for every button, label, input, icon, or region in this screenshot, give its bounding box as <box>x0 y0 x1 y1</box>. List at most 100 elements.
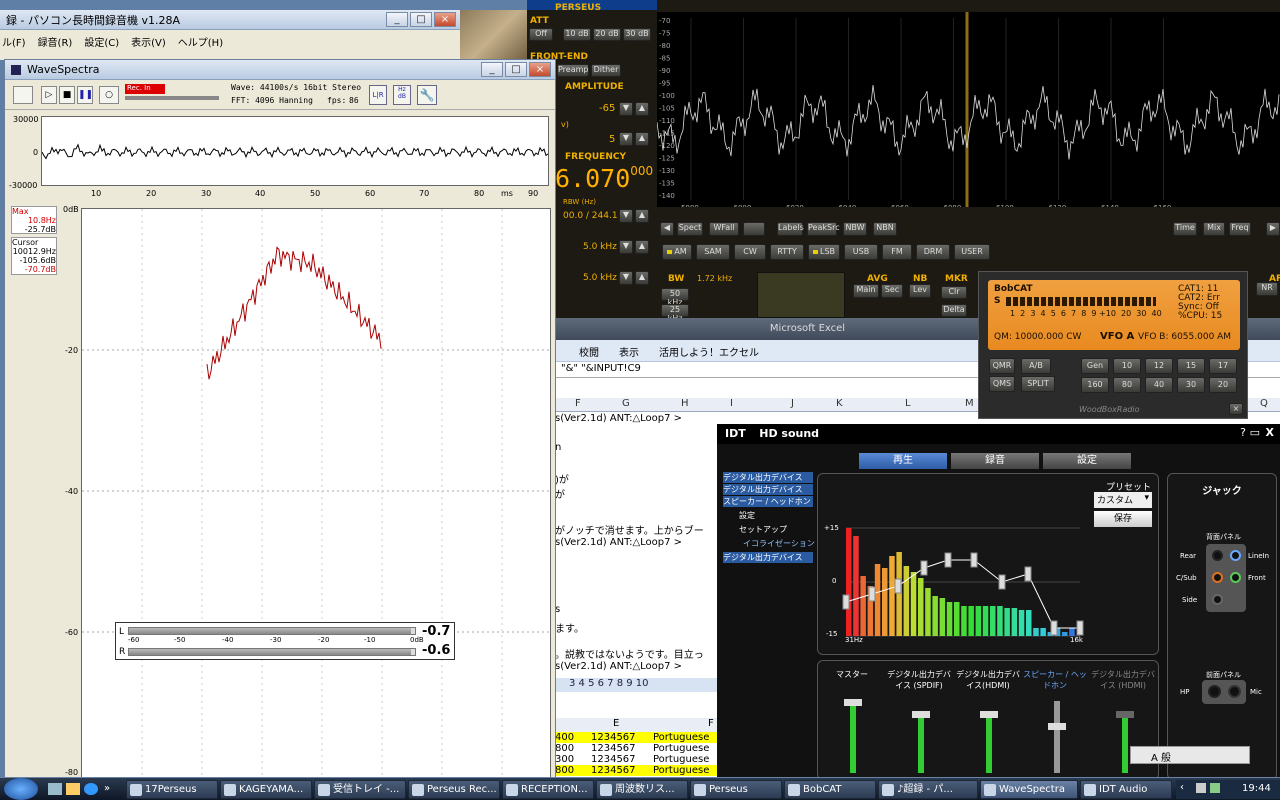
spectrum-display[interactable]: -70 -75 -80 -85 -90 -95 -100 -105 -110 -115 -120 -1… <box>657 12 1280 207</box>
menu-settings[interactable]: 設定(C) <box>84 34 119 49</box>
tab-record[interactable]: 録音 <box>951 453 1039 469</box>
master-slider-thumb[interactable] <box>844 699 862 706</box>
col-header-h[interactable]: H <box>681 398 689 409</box>
labels-button[interactable]: Labels <box>777 222 804 236</box>
eq-graph[interactable] <box>818 474 1160 656</box>
jack-linein[interactable] <box>1230 550 1241 561</box>
amplitude-step-down[interactable]: ▼ <box>619 132 633 146</box>
col-header-f2[interactable]: F <box>708 718 714 729</box>
task-perseus-rec[interactable]: Perseus Rec... <box>408 780 500 799</box>
col-header-i[interactable]: I <box>730 398 733 409</box>
spectrum-panel[interactable] <box>81 208 552 781</box>
mode-lsb-button[interactable]: LSB <box>808 244 840 260</box>
wrench-icon[interactable]: 🔧 <box>417 85 437 105</box>
bw-filter-graph[interactable] <box>757 272 845 318</box>
band-20-button[interactable]: 20 <box>1209 377 1237 393</box>
network-icon[interactable] <box>1210 783 1220 793</box>
mode-sam-button[interactable]: SAM <box>696 244 730 260</box>
band-80-button[interactable]: 80 <box>1113 377 1141 393</box>
close-button[interactable]: × <box>529 62 551 77</box>
scroll-left-button[interactable]: ◀ <box>660 222 674 236</box>
task-wavespectra[interactable]: WaveSpectra <box>980 780 1078 799</box>
sheet-row[interactable]: s(Ver2.1d) ANT:△Loop7 > <box>555 537 725 548</box>
avg-sec-button[interactable]: Sec <box>881 284 903 298</box>
minimize-button[interactable]: _ <box>386 12 408 27</box>
jack-front[interactable] <box>1230 572 1241 583</box>
speaker-slider-thumb[interactable] <box>1048 723 1066 730</box>
device-item[interactable]: デジタル出力デバイス <box>723 552 813 563</box>
task-perseus-17[interactable]: 17Perseus <box>126 780 218 799</box>
hdmi2-slider-thumb[interactable] <box>1116 711 1134 718</box>
maximize-button[interactable]: □ <box>505 62 527 77</box>
att-off-button[interactable]: Off <box>529 28 553 41</box>
sheet-row[interactable]: ます。 <box>555 620 725 635</box>
split-button[interactable]: SPLIT <box>1021 376 1055 392</box>
sheet-tabs[interactable]: 3 4 5 6 7 8 9 10 <box>555 678 717 692</box>
quick-launch-desktop-icon[interactable] <box>48 783 62 795</box>
start-button[interactable] <box>4 778 38 800</box>
band-gen-button[interactable]: Gen <box>1081 358 1109 374</box>
qms-button[interactable]: QMS <box>989 376 1015 392</box>
amplitude-ref-down[interactable]: ▼ <box>619 102 633 116</box>
hz-db-button[interactable]: Hz dB <box>393 85 411 105</box>
col-header-f[interactable]: F <box>575 398 581 409</box>
table-row[interactable]: 800 1234567 Portuguese <box>555 743 717 754</box>
lr-button[interactable]: L|R <box>369 85 387 105</box>
mode-fm-button[interactable]: FM <box>882 244 912 260</box>
nr-button[interactable]: NR <box>1256 282 1278 296</box>
menu-record[interactable]: 録音(R) <box>38 34 73 49</box>
device-item[interactable]: スピーカー / ヘッドホン <box>723 496 813 507</box>
bw2-down[interactable]: ▼ <box>619 271 633 285</box>
sheet-row[interactable]: s(Ver2.1d) ANT:△Loop7 > <box>555 413 725 424</box>
jack-rear[interactable] <box>1212 550 1223 561</box>
band-15-button[interactable]: 15 <box>1177 358 1205 374</box>
mode-rtty-button[interactable]: RTTY <box>770 244 804 260</box>
task-idt-audio[interactable]: IDT Audio <box>1080 780 1172 799</box>
bw1-down[interactable]: ▼ <box>619 240 633 254</box>
amplitude-step-up[interactable]: ▲ <box>635 132 649 146</box>
att-10db-button[interactable]: 10 dB <box>563 28 591 41</box>
task-inbox[interactable]: 受信トレイ -... <box>314 780 406 799</box>
mkr-delta-button[interactable]: Delta <box>941 304 967 317</box>
freq-button[interactable]: Freq <box>1229 222 1251 236</box>
nbn-button[interactable]: NBN <box>873 222 897 236</box>
jack-side[interactable] <box>1212 594 1223 605</box>
col-header-g[interactable]: G <box>622 398 630 409</box>
sheet-row[interactable]: n <box>555 442 725 453</box>
waveform-panel[interactable] <box>41 116 549 186</box>
wavespectra-title-bar[interactable]: WaveSpectra _ □ × <box>5 60 555 80</box>
mode-usb-button[interactable]: USB <box>844 244 878 260</box>
device-item[interactable]: デジタル出力デバイス <box>723 484 813 495</box>
ribbon-tab-review[interactable]: 校閲 <box>579 344 599 359</box>
jack-csub[interactable] <box>1212 572 1223 583</box>
mode-user-button[interactable]: USER <box>954 244 990 260</box>
sheet-row[interactable]: s <box>555 604 725 615</box>
clock[interactable]: 19:44 <box>1242 783 1271 794</box>
position-slider[interactable] <box>125 96 219 100</box>
ime-indicator[interactable]: A 般 <box>1130 746 1250 764</box>
scroll-right-button[interactable]: ▶ <box>1266 222 1280 236</box>
spdif-slider-thumb[interactable] <box>912 711 930 718</box>
stop-button[interactable]: ■ <box>59 86 75 104</box>
wfall-button[interactable]: WFall <box>709 222 739 236</box>
ribbon-tab-view[interactable]: 表示 <box>619 344 639 359</box>
bw1-up[interactable]: ▲ <box>635 240 649 254</box>
band-40-button[interactable]: 40 <box>1145 377 1173 393</box>
close-icon[interactable]: X <box>1266 426 1274 439</box>
col-header-j[interactable]: J <box>791 398 794 409</box>
band-160-button[interactable]: 160 <box>1081 377 1109 393</box>
tab-playback[interactable]: 再生 <box>859 453 947 469</box>
menu-file[interactable]: ル(F) <box>2 34 26 49</box>
band-30-button[interactable]: 30 <box>1177 377 1205 393</box>
mix-button[interactable]: Mix <box>1203 222 1225 236</box>
ab-button[interactable]: A/B <box>1021 358 1051 374</box>
spdif-slider[interactable] <box>918 711 924 773</box>
dither-button[interactable]: Dither <box>591 64 621 77</box>
avg-main-button[interactable]: Main <box>853 284 879 298</box>
table-row[interactable]: 400 1234567 Portuguese <box>555 732 717 743</box>
task-bobcat[interactable]: BobCAT <box>784 780 876 799</box>
col-header-q[interactable]: Q <box>1260 398 1268 409</box>
preamp-button[interactable]: Preamp <box>557 64 589 77</box>
tab-settings[interactable]: 設定 <box>1043 453 1131 469</box>
band-17-button[interactable]: 17 <box>1209 358 1237 374</box>
